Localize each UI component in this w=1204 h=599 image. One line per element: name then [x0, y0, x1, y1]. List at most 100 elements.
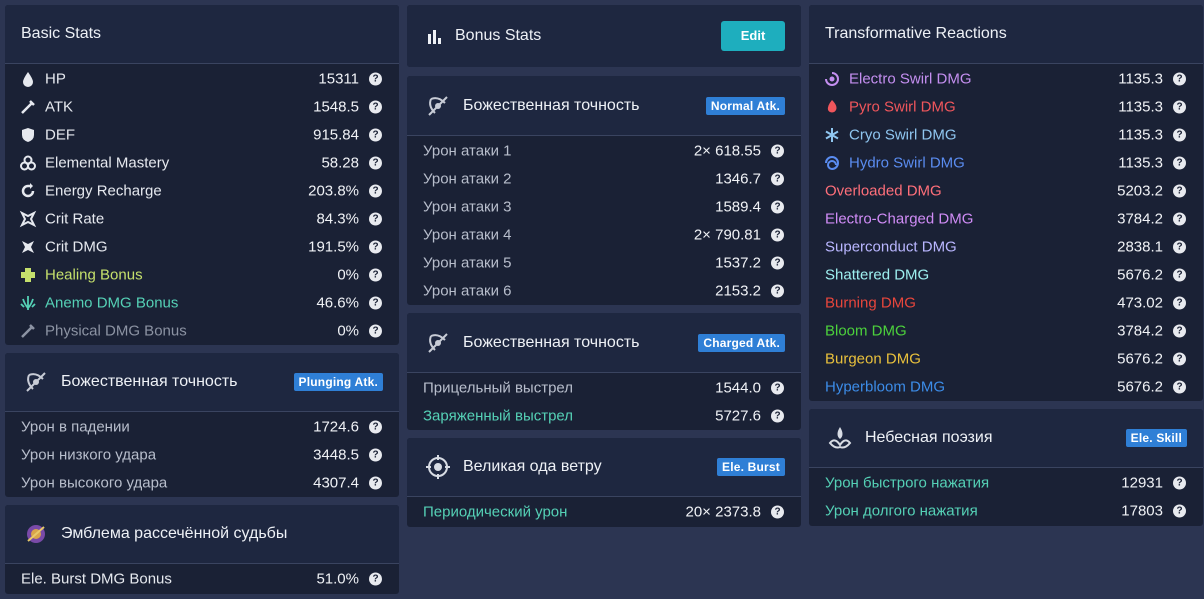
help-icon[interactable]: ?	[1173, 296, 1186, 310]
stat-label: Cryo Swirl DMG	[849, 126, 957, 144]
help-icon[interactable]: ?	[1173, 100, 1186, 114]
help-icon[interactable]: ?	[771, 284, 784, 298]
stat-label: ATK	[45, 98, 74, 116]
help-icon[interactable]: ?	[771, 144, 784, 158]
stat-label: Заряженный выстрел	[423, 407, 574, 425]
stat-row: Урон низкого удара 3448.5?	[5, 441, 399, 469]
help-icon[interactable]: ?	[369, 448, 382, 462]
stat-row: Superconduct DMG 2838.1?	[809, 233, 1203, 261]
panel-title: Божественная точность	[463, 333, 640, 351]
help-icon[interactable]: ?	[369, 212, 382, 226]
plunging-attack-panel: Божественная точность Plunging Atk. Урон…	[5, 353, 399, 497]
stat-row: Урон в падении 1724.6?	[5, 413, 399, 441]
help-icon[interactable]: ?	[369, 572, 382, 586]
stat-value: 1135.3	[1118, 70, 1163, 88]
plunging-attack-header: Божественная точность Plunging Atk.	[5, 353, 399, 412]
stat-value: 473.02	[1117, 294, 1163, 312]
help-icon[interactable]: ?	[369, 100, 382, 114]
stat-value: 3448.5	[313, 446, 359, 464]
stat-label: Anemo DMG Bonus	[45, 294, 179, 312]
stat-label: Урон быстрого нажатия	[825, 474, 990, 492]
stat-row: Ele. Burst DMG Bonus 51.0%?	[5, 565, 399, 593]
stat-label: Electro Swirl DMG	[849, 70, 972, 88]
help-icon[interactable]: ?	[1173, 324, 1186, 338]
stat-value: 15311	[318, 70, 359, 88]
stat-label: Урон в падении	[21, 418, 130, 436]
help-icon[interactable]: ?	[771, 381, 784, 395]
help-icon[interactable]: ?	[1173, 352, 1186, 366]
help-icon[interactable]: ?	[369, 156, 382, 170]
stat-value: 5727.6	[715, 407, 761, 425]
help-icon[interactable]: ?	[771, 256, 784, 270]
stat-value: 1589.4	[715, 198, 761, 216]
stat-label: HP	[45, 70, 66, 88]
help-icon[interactable]: ?	[369, 268, 382, 282]
help-icon[interactable]: ?	[1173, 128, 1186, 142]
help-icon[interactable]: ?	[1173, 268, 1186, 282]
stat-label: Electro-Charged DMG	[825, 210, 974, 228]
stat-row: Crit Rate 84.3%?	[5, 205, 399, 233]
stat-row: Урон атаки 2 1346.7?	[407, 165, 801, 193]
stat-row: Burning DMG 473.02?	[809, 289, 1203, 317]
stat-value: 191.5%	[308, 238, 359, 256]
help-icon[interactable]: ?	[1173, 212, 1186, 226]
stat-label: Урон долгого нажатия	[825, 502, 978, 520]
help-icon[interactable]: ?	[369, 296, 382, 310]
elemental-burst-list: Периодический урон 20× 2373.8?	[407, 497, 801, 526]
stat-row: Electro Swirl DMG 1135.3?	[809, 65, 1203, 93]
emblem-header: Эмблема рассечённой судьбы	[5, 505, 399, 564]
stat-value: 5676.2	[1117, 378, 1163, 396]
help-icon[interactable]: ?	[771, 409, 784, 423]
attack-type-tag: Ele. Burst	[716, 458, 785, 476]
help-icon[interactable]: ?	[1173, 72, 1186, 86]
stat-value: 0%	[337, 266, 359, 284]
stat-value: 5203.2	[1117, 182, 1163, 200]
crit-rate-icon	[19, 210, 37, 228]
stat-value: 0%	[337, 322, 359, 340]
elemental-burst-panel: Великая ода ветру Ele. Burst Периодическ…	[407, 438, 801, 527]
help-icon[interactable]: ?	[369, 72, 382, 86]
help-icon[interactable]: ?	[369, 184, 382, 198]
stat-value: 84.3%	[316, 210, 359, 228]
help-icon[interactable]: ?	[1173, 156, 1186, 170]
help-icon[interactable]: ?	[369, 240, 382, 254]
help-icon[interactable]: ?	[771, 200, 784, 214]
normal-attack-list: Урон атаки 1 2× 618.55? Урон атаки 2 1346.7…	[407, 136, 801, 305]
stat-label: Bloom DMG	[825, 322, 907, 340]
wind-skill-icon	[828, 427, 852, 449]
help-icon[interactable]: ?	[771, 505, 784, 519]
help-icon[interactable]: ?	[1173, 504, 1186, 518]
help-icon[interactable]: ?	[771, 228, 784, 242]
help-icon[interactable]: ?	[369, 476, 382, 490]
help-icon[interactable]: ?	[1173, 476, 1186, 490]
help-icon[interactable]: ?	[1173, 240, 1186, 254]
stat-value: 1537.2	[715, 254, 761, 272]
edit-button[interactable]: Edit	[721, 21, 785, 51]
stat-label: Elemental Mastery	[45, 154, 170, 172]
healing-bonus-icon	[21, 268, 35, 282]
stat-row: Заряженный выстрел 5727.6?	[407, 402, 801, 430]
bar-chart-icon	[428, 30, 441, 44]
help-icon[interactable]: ?	[369, 128, 382, 142]
emblem-artifact-icon	[27, 525, 45, 543]
help-icon[interactable]: ?	[1173, 184, 1186, 198]
stat-label: Урон атаки 1	[423, 142, 512, 160]
hp-icon	[23, 72, 33, 87]
help-icon[interactable]: ?	[369, 420, 382, 434]
stat-row: Energy Recharge 203.8%?	[5, 177, 399, 205]
bow-talent-icon	[428, 332, 448, 353]
emblem-panel: Эмблема рассечённой судьбы Ele. Burst DM…	[5, 505, 399, 594]
stat-label: Урон атаки 2	[423, 170, 512, 188]
help-icon[interactable]: ?	[1173, 380, 1186, 394]
stat-row: Pyro Swirl DMG 1135.3?	[809, 93, 1203, 121]
stat-label: Superconduct DMG	[825, 238, 957, 256]
stat-label: Overloaded DMG	[825, 182, 942, 200]
stat-value: 51.0%	[316, 570, 359, 588]
crit-dmg-icon	[22, 241, 34, 253]
transformative-reactions-list: Electro Swirl DMG 1135.3? Pyro Swirl DMG 11…	[809, 64, 1203, 401]
basic-stats-list: HP 15311? ATK 1548.5? DEF 915.84? Elemental Ma…	[5, 64, 399, 345]
help-icon[interactable]: ?	[369, 324, 382, 338]
help-icon[interactable]: ?	[771, 172, 784, 186]
anemo-dmg-icon	[20, 296, 36, 310]
elemental-skill-header: Небесная поэзия Ele. Skill	[809, 409, 1203, 468]
